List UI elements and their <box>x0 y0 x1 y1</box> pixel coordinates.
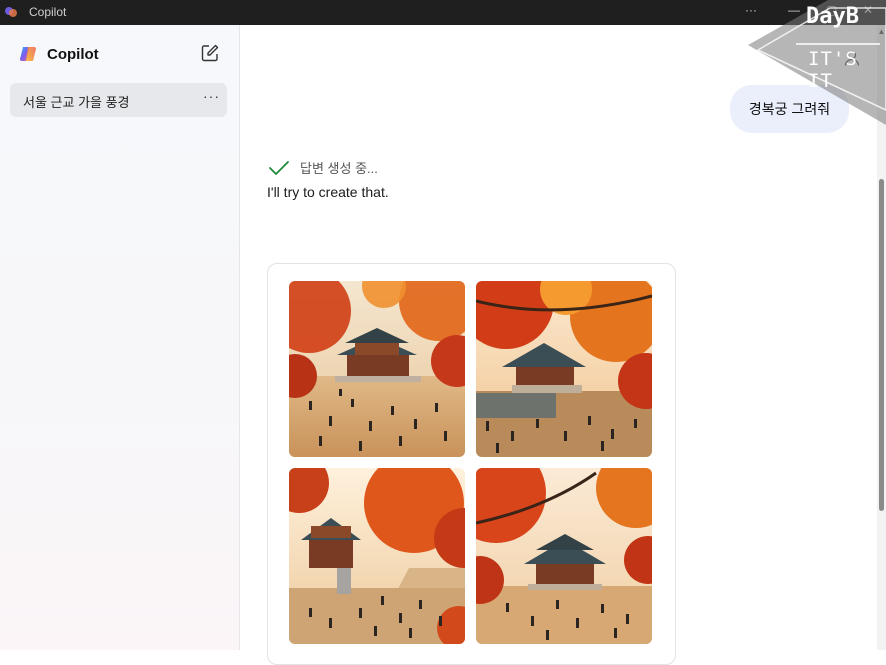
new-chat-icon[interactable] <box>200 43 220 63</box>
close-button[interactable]: ✕ <box>863 3 873 17</box>
window-more-button[interactable]: ··· <box>745 3 757 17</box>
generated-image-1[interactable] <box>289 281 465 457</box>
conversation-item[interactable]: 서울 근교 가을 풍경 ··· <box>10 83 227 117</box>
maximize-button[interactable]: ▢ <box>826 3 837 17</box>
palace-autumn-image <box>476 468 652 644</box>
generated-image-3[interactable] <box>289 468 465 644</box>
copilot-logo-icon <box>20 47 36 61</box>
user-avatar-icon[interactable] <box>843 49 861 67</box>
checkmark-icon <box>269 160 289 175</box>
palace-autumn-image <box>476 281 652 457</box>
conversation-more-button[interactable]: ··· <box>203 88 220 104</box>
scrollbar-thumb[interactable] <box>879 179 884 511</box>
user-message-text: 경복궁 그려줘 <box>748 101 831 117</box>
palace-autumn-image <box>289 468 465 644</box>
brand: Copilot <box>19 43 99 65</box>
user-message: 경복궁 그려줘 <box>730 85 849 133</box>
sidebar: Copilot 서울 근교 가을 풍경 ··· <box>0 25 240 650</box>
assistant-reply: I'll try to create that. <box>267 184 389 200</box>
window-title: Copilot <box>29 5 67 19</box>
generated-image-4[interactable] <box>476 468 652 644</box>
status-text: 답변 생성 중... <box>300 161 378 176</box>
response-status: 답변 생성 중... <box>268 158 378 177</box>
conversation-label: 서울 근교 가을 풍경 <box>23 95 130 110</box>
brand-name: Copilot <box>47 45 99 63</box>
palace-autumn-image <box>289 281 465 457</box>
title-bar: Copilot ··· — ▢ ✕ <box>0 0 886 25</box>
copilot-app-icon <box>5 7 17 17</box>
scroll-up-arrow-icon[interactable]: ▲ <box>877 27 886 37</box>
chat-panel: 경복궁 그려줘 답변 생성 중... I'll try to create th… <box>240 25 886 665</box>
scrollbar[interactable]: ▲ <box>877 25 886 650</box>
generated-image-2[interactable] <box>476 281 652 457</box>
minimize-button[interactable]: — <box>788 3 800 17</box>
image-result-card <box>267 263 676 665</box>
